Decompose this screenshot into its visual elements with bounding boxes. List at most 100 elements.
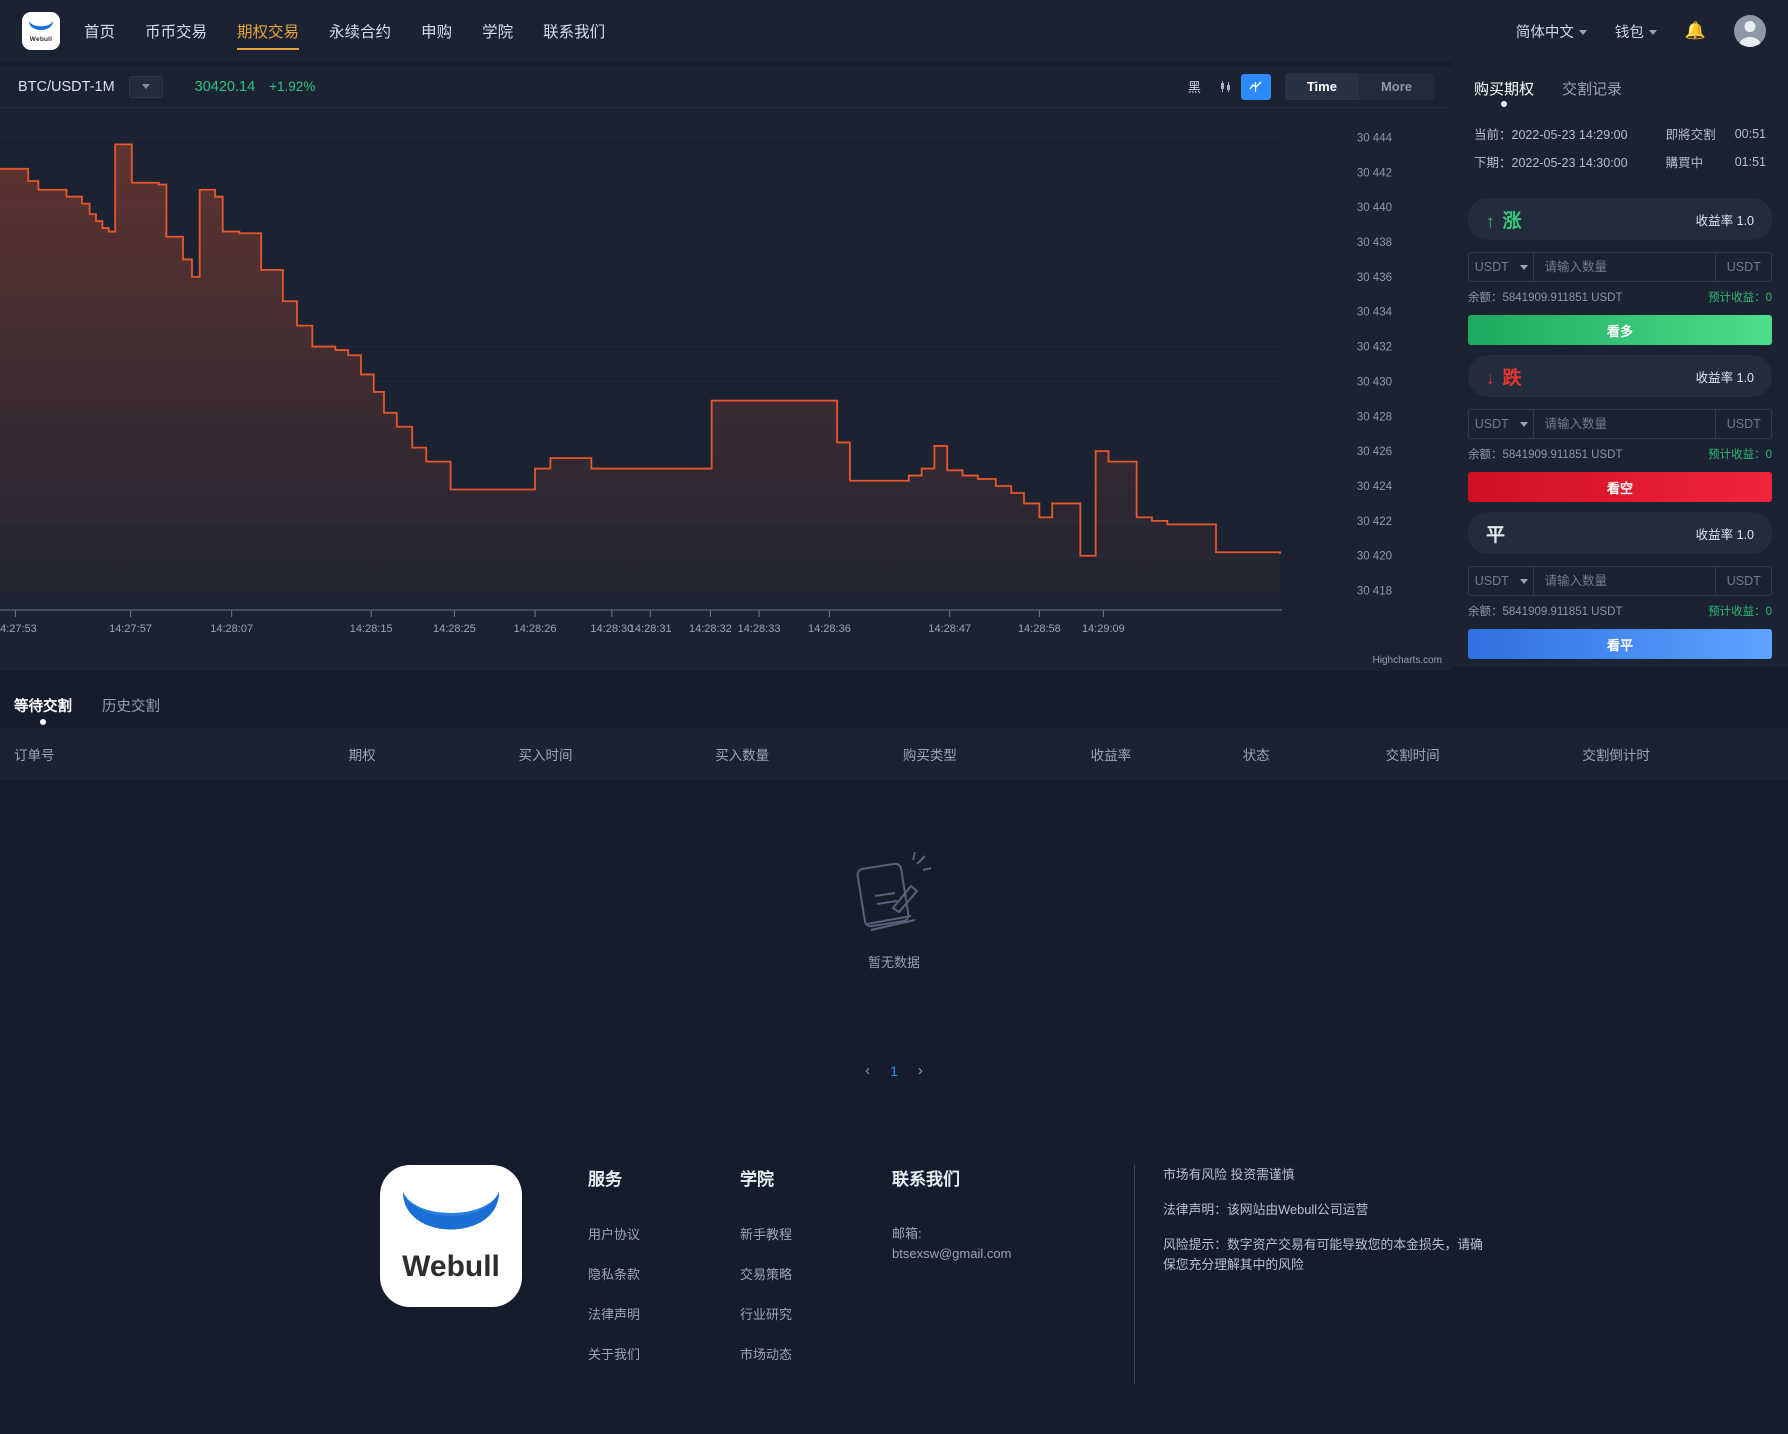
tab-pending-settlement[interactable]: 等待交割 [14, 695, 72, 728]
language-label: 简体中文 [1515, 24, 1574, 41]
svg-text:30 428: 30 428 [1357, 411, 1392, 423]
webull-logo[interactable]: Webull [22, 12, 60, 50]
nav-item-academy[interactable]: 学院 [482, 0, 513, 62]
estimated-profit-up: 预计收益：0 [1708, 292, 1772, 304]
footer-link-market-news[interactable]: 市场动态 [740, 1344, 826, 1363]
footer-link-about-us[interactable]: 关于我们 [588, 1344, 674, 1363]
amount-input-up[interactable] [1534, 253, 1716, 281]
amount-input-flat[interactable] [1534, 567, 1716, 595]
unit-suffix-flat: USDT [1715, 567, 1771, 595]
wallet-label: 钱包 [1614, 24, 1644, 41]
bell-icon[interactable]: 🔔 [1685, 21, 1706, 41]
buy-flat-button[interactable]: 看平 [1468, 629, 1772, 659]
svg-text:30 420: 30 420 [1357, 551, 1392, 563]
footer-email-value[interactable]: btsexsw@gmail.com [892, 1244, 1062, 1264]
copyright: ©2020.BtSexRights Reserved [0, 1384, 1788, 1434]
app-header: Webull 首页 币币交易 期权交易 永续合约 申购 学院 联系我们 简体中文… [0, 0, 1788, 62]
buy-short-button[interactable]: 看空 [1468, 472, 1772, 502]
logo-wordmark: Webull [29, 35, 53, 43]
order-card-up-rate: 收益率 1.0 [1695, 213, 1754, 228]
nav-item-spot-trading[interactable]: 币币交易 [145, 0, 207, 62]
svg-text:30 418: 30 418 [1357, 586, 1392, 598]
pagination-page-1[interactable]: 1 [890, 1063, 898, 1079]
order-card-up-header: ↑ 涨 收益率 1.0 [1468, 198, 1772, 240]
footer-email-label: 邮箱: [892, 1226, 922, 1241]
pagination-next[interactable]: › [918, 1062, 923, 1079]
order-card-flat: 平 收益率 1.0 USDT USDT 余额：5841909.911851 US… [1468, 512, 1772, 659]
order-card-down-header: ↓ 跌 收益率 1.0 [1468, 355, 1772, 397]
order-card-up: ↑涨 收益率 1.0 USDT USDT 余额：5841909.911851 U… [1468, 198, 1772, 345]
svg-text:30 432: 30 432 [1357, 342, 1392, 354]
svg-text:30 422: 30 422 [1357, 516, 1392, 528]
order-card-flat-input-row: USDT USDT [1468, 566, 1772, 596]
svg-text:30 442: 30 442 [1357, 167, 1392, 179]
price-chart[interactable]: 30 444 30 442 30 440 30 438 30 436 30 434 30 4… [0, 108, 1452, 671]
amount-input-down[interactable] [1534, 410, 1716, 438]
svg-text:14:28:25: 14:28:25 [433, 623, 476, 635]
svg-text:14:28:31: 14:28:31 [629, 623, 672, 635]
svg-text:14:29:09: 14:29:09 [1082, 623, 1125, 635]
time-mode-button[interactable]: Time [1284, 73, 1359, 100]
svg-text:30 436: 30 436 [1357, 272, 1392, 284]
svg-text:30 444: 30 444 [1357, 132, 1393, 144]
round-current: 当前：2022-05-23 14:29:00 即將交割 00:51 [1474, 124, 1766, 143]
nav-item-subscription[interactable]: 申购 [421, 0, 452, 62]
unit-select-flat[interactable]: USDT [1469, 567, 1535, 595]
svg-text:30 430: 30 430 [1357, 376, 1392, 388]
footer-note-risk-warning: 风险提示：数字资产交易有可能导致您的本金损失，请确保您充分理解其中的风险 [1163, 1237, 1483, 1272]
tab-settlement-records[interactable]: 交割记录 [1562, 78, 1622, 109]
pagination-prev[interactable]: ‹ [865, 1062, 870, 1079]
nav-item-options-trading[interactable]: 期权交易 [237, 0, 300, 62]
footer-link-beginner-tutorial[interactable]: 新手教程 [740, 1224, 826, 1243]
footer-col-services: 服务 用户协议 隐私条款 法律声明 关于我们 [588, 1165, 674, 1384]
nav-item-perpetual-contract[interactable]: 永续合约 [329, 0, 391, 62]
line-chart-icon[interactable] [1240, 73, 1271, 100]
col-buy-time: 买入时间 [518, 728, 716, 780]
tab-settlement-history[interactable]: 历史交割 [102, 695, 160, 728]
estimated-profit-down: 预计收益：0 [1708, 449, 1772, 461]
buy-long-button[interactable]: 看多 [1468, 315, 1772, 345]
order-card-flat-header: 平 收益率 1.0 [1468, 512, 1772, 554]
language-selector[interactable]: 简体中文 [1516, 21, 1587, 42]
order-card-up-input-row: USDT USDT [1468, 252, 1772, 282]
chevron-down-icon [1648, 30, 1657, 36]
wallet-menu[interactable]: 钱包 [1615, 21, 1657, 42]
nav-item-home[interactable]: 首页 [84, 0, 115, 62]
footer-link-trading-strategy[interactable]: 交易策略 [740, 1264, 826, 1283]
orders-tabs: 等待交割 历史交割 [0, 679, 1788, 728]
footer-link-user-agreement[interactable]: 用户协议 [588, 1224, 674, 1243]
footer-link-industry-research[interactable]: 行业研究 [740, 1304, 826, 1323]
col-status: 状态 [1242, 728, 1386, 780]
col-settlement-countdown: 交割倒计时 [1582, 728, 1788, 780]
unit-suffix-down: USDT [1715, 410, 1771, 438]
col-yield-rate: 收益率 [1090, 728, 1243, 780]
estimated-profit-flat: 预计收益：0 [1708, 606, 1772, 618]
unit-select-up[interactable]: USDT [1469, 253, 1535, 281]
orders-empty-state: 暂无数据 [0, 780, 1788, 1040]
chart-column: BTC/USDT-1M 30420.14 +1.92% 黑 Time More … [0, 62, 1452, 671]
unit-select-down[interactable]: USDT [1469, 410, 1535, 438]
tab-buy-option[interactable]: 购买期权 [1474, 78, 1534, 109]
more-mode-button[interactable]: More [1358, 73, 1434, 100]
svg-text:14:28:47: 14:28:47 [928, 623, 971, 635]
candlestick-icon[interactable] [1211, 74, 1241, 100]
orders-section: 等待交割 历史交割 订单号 期权 买入时间 买入数量 购买类型 收益率 状态 交… [0, 671, 1788, 1109]
price-change-percent: +1.92% [269, 79, 316, 94]
chart-mode-segment: Time More [1284, 73, 1434, 100]
symbol-dropdown[interactable] [128, 75, 163, 98]
footer-link-privacy-policy[interactable]: 隐私条款 [588, 1264, 674, 1283]
footer-note-legal: 法律声明：该网站由Webull公司运营 [1163, 1202, 1369, 1218]
symbol-label: BTC/USDT-1M [18, 78, 115, 95]
svg-text:14:28:58: 14:28:58 [1018, 623, 1061, 635]
chart-toolbar-right: 黑 Time More [1188, 73, 1434, 100]
next-status: 購買中 [1665, 156, 1704, 170]
next-countdown: 01:51 [1734, 154, 1766, 169]
svg-text:14:28:26: 14:28:26 [514, 623, 557, 635]
nav-item-contact-us[interactable]: 联系我们 [543, 0, 605, 62]
svg-text:14:28:30: 14:28:30 [590, 623, 633, 635]
order-card-down-title: ↓ 跌 [1486, 367, 1522, 389]
avatar[interactable] [1734, 15, 1766, 47]
chart-credit: Highcharts.com [1372, 655, 1442, 666]
footer-link-legal-statement[interactable]: 法律声明 [588, 1304, 674, 1323]
unit-suffix-up: USDT [1715, 253, 1771, 281]
